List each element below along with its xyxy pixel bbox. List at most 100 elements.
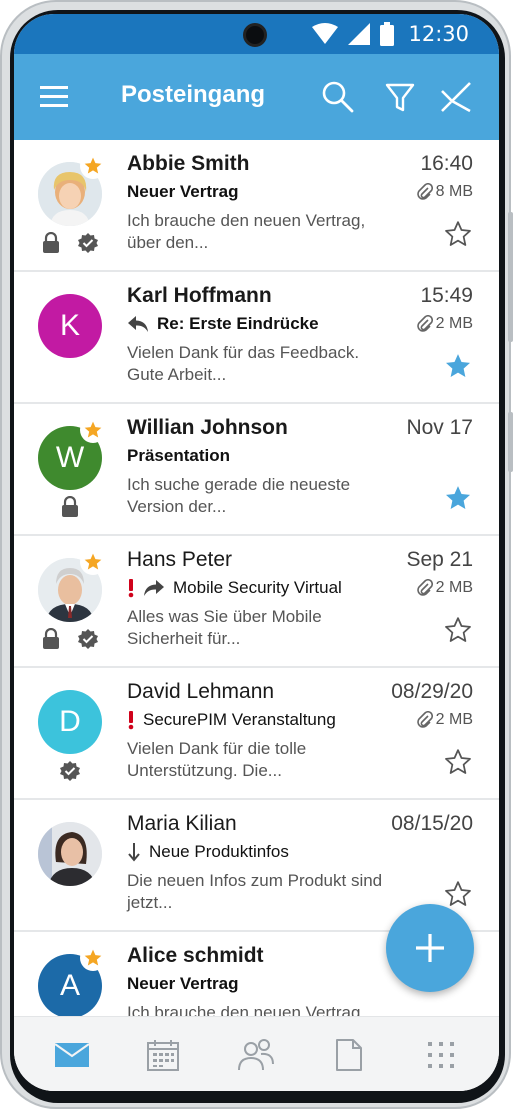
status-bar: 12:30 bbox=[14, 14, 499, 54]
message-preview: Ich brauche den neuen Vertrag bbox=[127, 1003, 361, 1016]
sender-name: Hans Peter bbox=[127, 548, 233, 571]
hamburger-menu-icon[interactable] bbox=[40, 84, 68, 110]
subject-text: Mobile Security Virtual bbox=[173, 578, 342, 597]
subject-text: Neuer Vertrag bbox=[127, 974, 239, 993]
paperclip-icon bbox=[416, 711, 433, 728]
star-outline-icon[interactable] bbox=[443, 747, 473, 777]
plus-icon bbox=[416, 934, 444, 962]
message-time: Sep 21 bbox=[406, 548, 473, 571]
filter-icon[interactable] bbox=[382, 79, 418, 115]
star-outline-icon[interactable] bbox=[443, 219, 473, 249]
message-time: 16:40 bbox=[420, 152, 473, 175]
star-icon bbox=[84, 553, 102, 570]
attachment-size: 2 MB bbox=[416, 315, 473, 333]
message-preview: Ich brauche den neuen Vertrag, über den.… bbox=[127, 211, 366, 252]
message-row[interactable]: D David Lehmann 08/29/20 SecurePIM Veran… bbox=[14, 668, 499, 800]
document-icon bbox=[336, 1039, 362, 1071]
nav-mail[interactable] bbox=[52, 1035, 92, 1075]
mail-icon bbox=[54, 1043, 90, 1067]
volume-button bbox=[508, 212, 513, 342]
select-all-icon[interactable] bbox=[438, 79, 474, 115]
nav-calendar[interactable] bbox=[143, 1035, 183, 1075]
paperclip-icon bbox=[416, 315, 433, 332]
star-filled-icon[interactable] bbox=[443, 351, 473, 381]
sender-name: David Lehmann bbox=[127, 680, 275, 703]
message-row[interactable]: Hans Peter Sep 21 Mobile Security Virtua… bbox=[14, 536, 499, 668]
verified-badge-icon bbox=[60, 761, 80, 781]
lock-icon bbox=[43, 628, 59, 649]
sender-name: Abbie Smith bbox=[127, 152, 250, 175]
message-preview: Vielen Dank für das Feedback. Gute Arbei… bbox=[127, 343, 360, 384]
message-preview: Ich suche gerade die neueste Version der… bbox=[127, 475, 351, 516]
nav-documents[interactable] bbox=[329, 1035, 369, 1075]
size-text: 8 MB bbox=[435, 183, 473, 200]
message-preview: Die neuen Infos zum Produkt sind jetzt..… bbox=[127, 871, 383, 912]
star-icon bbox=[84, 157, 102, 174]
low-priority-arrow-icon bbox=[128, 843, 140, 862]
size-text: 2 MB bbox=[435, 711, 473, 728]
page-title: Posteingang bbox=[121, 81, 266, 108]
contacts-icon bbox=[238, 1039, 274, 1071]
avatar-letter: D bbox=[38, 690, 102, 754]
compose-button[interactable] bbox=[386, 904, 474, 992]
screen: 12:30 Posteingang Abbie Smith 16:40 Neue… bbox=[14, 14, 499, 1091]
verified-badge-icon bbox=[78, 233, 98, 253]
subject-text: Neuer Vertrag bbox=[127, 182, 239, 201]
forward-icon bbox=[144, 580, 164, 596]
avatar bbox=[38, 822, 102, 886]
star-outline-icon[interactable] bbox=[443, 615, 473, 645]
attachment-size: 2 MB bbox=[416, 579, 473, 597]
message-time: 08/15/20 bbox=[391, 812, 473, 835]
star-icon bbox=[84, 949, 102, 966]
favorite-badge bbox=[80, 945, 106, 971]
message-subject: Präsentation bbox=[127, 446, 230, 466]
status-time: 12:30 bbox=[408, 22, 469, 46]
size-text: 2 MB bbox=[435, 579, 473, 596]
message-row[interactable]: W Willian Johnson Nov 17 Präsentation Ic… bbox=[14, 404, 499, 536]
message-subject: Neue Produktinfos bbox=[127, 842, 289, 862]
star-filled-icon[interactable] bbox=[443, 483, 473, 513]
sender-name: Alice schmidt bbox=[127, 944, 264, 967]
message-subject: Mobile Security Virtual bbox=[127, 578, 342, 598]
paperclip-icon bbox=[416, 183, 433, 200]
contact-photo bbox=[38, 822, 102, 886]
apps-grid-icon bbox=[428, 1042, 454, 1068]
subject-text: Neue Produktinfos bbox=[149, 842, 289, 861]
high-priority-icon bbox=[128, 711, 134, 730]
message-subject: SecurePIM Veranstaltung bbox=[127, 710, 336, 730]
message-preview: Vielen Dank für die tolle Unterstützung.… bbox=[127, 739, 307, 780]
subject-text: Präsentation bbox=[127, 446, 230, 465]
favorite-badge bbox=[80, 549, 106, 575]
verified-badge-icon bbox=[78, 629, 98, 649]
message-list: Abbie Smith 16:40 Neuer Vertrag 8 MB Ich… bbox=[14, 140, 499, 1016]
message-preview: Alles was Sie über Mobile Sicherheit für… bbox=[127, 607, 322, 648]
message-time: 08/29/20 bbox=[391, 680, 473, 703]
message-subject: Neuer Vertrag bbox=[127, 182, 239, 202]
cellular-signal-icon bbox=[348, 23, 371, 45]
power-button bbox=[508, 412, 513, 472]
search-icon[interactable] bbox=[320, 79, 356, 115]
star-icon bbox=[84, 421, 102, 438]
message-row[interactable]: K Karl Hoffmann 15:49 Re: Erste Eindrück… bbox=[14, 272, 499, 404]
sender-name: Karl Hoffmann bbox=[127, 284, 272, 307]
favorite-badge bbox=[80, 417, 106, 443]
attachment-size: 8 MB bbox=[416, 183, 473, 201]
reply-icon bbox=[128, 316, 148, 332]
nav-apps[interactable] bbox=[421, 1035, 461, 1075]
message-subject: Re: Erste Eindrücke bbox=[127, 314, 319, 334]
calendar-icon bbox=[147, 1040, 179, 1071]
high-priority-icon bbox=[128, 579, 134, 598]
wifi-icon bbox=[312, 23, 339, 44]
message-time: Nov 17 bbox=[406, 416, 473, 439]
message-time: 15:49 bbox=[420, 284, 473, 307]
front-camera bbox=[243, 23, 267, 47]
lock-icon bbox=[62, 496, 78, 517]
avatar-letter: K bbox=[38, 294, 102, 358]
sender-name: Willian Johnson bbox=[127, 416, 288, 439]
subject-text: Re: Erste Eindrücke bbox=[157, 314, 319, 333]
message-subject: Neuer Vertrag bbox=[127, 974, 239, 994]
nav-contacts[interactable] bbox=[236, 1035, 276, 1075]
battery-icon bbox=[380, 22, 395, 46]
paperclip-icon bbox=[416, 579, 433, 596]
message-row[interactable]: Abbie Smith 16:40 Neuer Vertrag 8 MB Ich… bbox=[14, 140, 499, 272]
